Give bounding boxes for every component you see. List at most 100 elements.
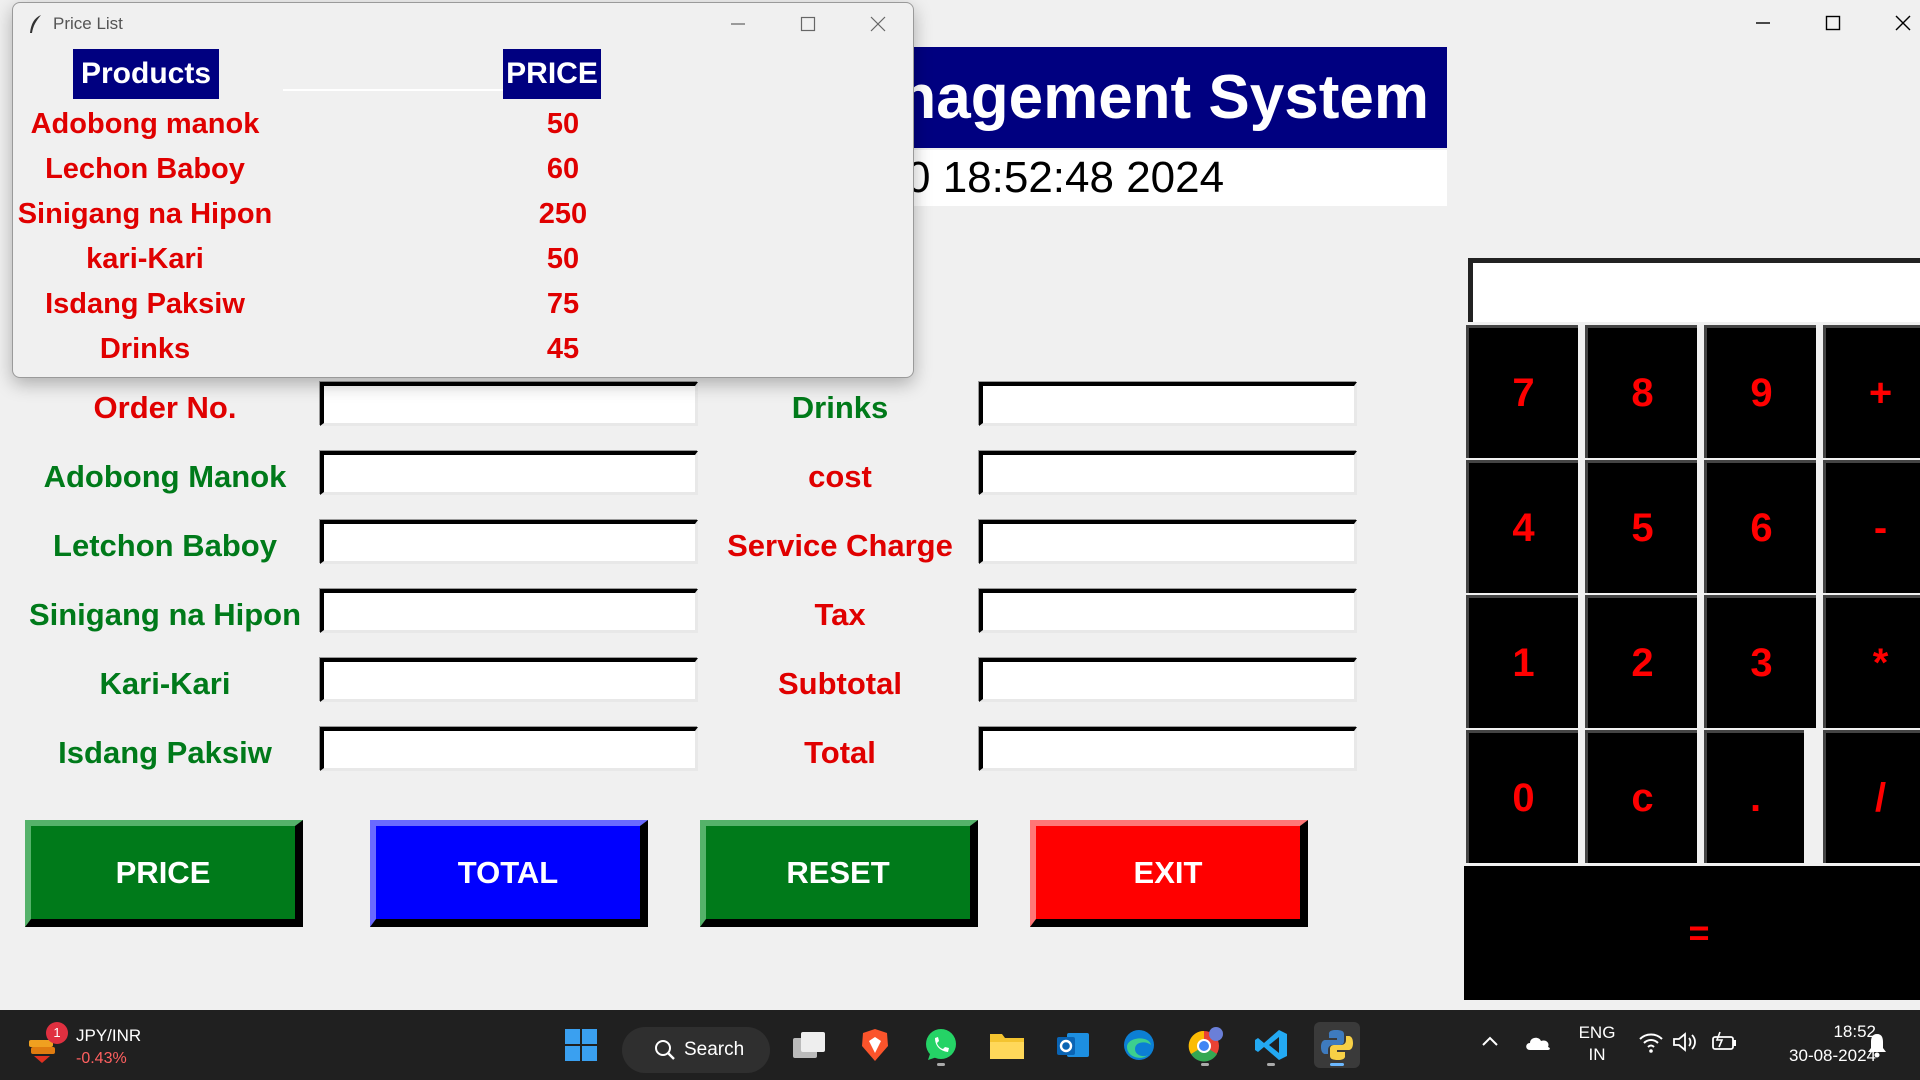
- battery-button[interactable]: [1710, 1030, 1738, 1059]
- banner-title: nagement System: [912, 63, 1429, 132]
- maximize-icon: [800, 16, 816, 32]
- onedrive-button[interactable]: [1524, 1032, 1552, 1057]
- taskbar: 1 JPY/INR -0.43% Search ENG IN 18:52 30-…: [0, 1010, 1920, 1080]
- label-adobong-manok: Adobong Manok: [43, 459, 287, 494]
- clock[interactable]: 18:52 30-08-2024: [1748, 1020, 1876, 1068]
- edge-icon: [1124, 1030, 1154, 1060]
- product-name: Adobong manok: [30, 108, 260, 140]
- volume-button[interactable]: [1672, 1030, 1698, 1059]
- sinigang-na-hipon-input[interactable]: [320, 589, 698, 633]
- weather-widget[interactable]: 1 JPY/INR -0.43%: [22, 1022, 162, 1072]
- search-icon: [655, 1040, 675, 1060]
- total-input[interactable]: [979, 727, 1357, 771]
- cost-input[interactable]: [979, 451, 1357, 495]
- wifi-icon: [1639, 1033, 1663, 1053]
- price-list-minimize-button[interactable]: [703, 3, 773, 45]
- letchon-baboy-input[interactable]: [320, 520, 698, 564]
- calc-key-0[interactable]: 0: [1466, 730, 1578, 863]
- exit-button[interactable]: EXIT: [1030, 820, 1308, 927]
- calc-key-5[interactable]: 5: [1585, 460, 1697, 593]
- python-icon: [1321, 1030, 1353, 1060]
- price-list-maximize-button[interactable]: [773, 3, 843, 45]
- calc-key-3[interactable]: 3: [1704, 595, 1816, 728]
- start-icon: [565, 1029, 597, 1061]
- label-isdang-paksiw: Isdang Paksiw: [58, 735, 272, 770]
- calc-key-plus[interactable]: +: [1823, 325, 1920, 458]
- label-total: Total: [804, 735, 876, 770]
- adobong-manok-input[interactable]: [320, 451, 698, 495]
- service-charge-input[interactable]: [979, 520, 1357, 564]
- notifications-button[interactable]: [1866, 1032, 1888, 1063]
- label-service-charge: Service Charge: [727, 528, 953, 563]
- calc-key-1[interactable]: 1: [1466, 595, 1578, 728]
- calc-key-2[interactable]: 2: [1585, 595, 1697, 728]
- price-button[interactable]: PRICE: [25, 820, 303, 927]
- calc-key-6[interactable]: 6: [1704, 460, 1816, 593]
- battery-icon: [1712, 1031, 1736, 1050]
- whatsapp-icon: [926, 1029, 956, 1060]
- clock-date: 30-08-2024: [1789, 1046, 1876, 1065]
- chevron-up-icon: [1482, 1036, 1498, 1046]
- reset-button[interactable]: RESET: [700, 820, 978, 927]
- python-button[interactable]: [1314, 1022, 1360, 1068]
- subtotal-input[interactable]: [979, 658, 1357, 702]
- close-icon: [1895, 15, 1911, 31]
- start-button[interactable]: [558, 1022, 604, 1068]
- calc-key-7[interactable]: 7: [1466, 325, 1578, 458]
- taskbar-search[interactable]: Search: [622, 1027, 770, 1073]
- tax-input[interactable]: [979, 589, 1357, 633]
- price-header: PRICE: [503, 49, 601, 99]
- show-hidden-icons-button[interactable]: [1478, 1030, 1502, 1059]
- maximize-icon: [1825, 15, 1841, 31]
- brave-icon: [862, 1029, 888, 1061]
- product-name: Sinigang na Hipon: [17, 198, 273, 230]
- whatsapp-button[interactable]: [918, 1022, 964, 1068]
- calc-key-9[interactable]: 9: [1704, 325, 1816, 458]
- total-button[interactable]: TOTAL: [370, 820, 648, 927]
- maximize-button[interactable]: [1798, 0, 1868, 46]
- price-list-close-button[interactable]: [843, 3, 913, 45]
- minimize-button[interactable]: [1728, 0, 1798, 46]
- calc-key-8[interactable]: 8: [1585, 325, 1697, 458]
- calculator-display[interactable]: [1468, 258, 1920, 322]
- cloud-icon: [1526, 1037, 1550, 1050]
- running-indicator: [1201, 1063, 1209, 1066]
- label-cost: cost: [808, 459, 872, 494]
- kari-kari-input[interactable]: [320, 658, 698, 702]
- outlook-button[interactable]: [1050, 1022, 1096, 1068]
- calc-key-multiply[interactable]: *: [1823, 595, 1920, 728]
- label-subtotal: Subtotal: [778, 666, 902, 701]
- language-indicator[interactable]: ENG IN: [1570, 1022, 1624, 1066]
- app-banner: nagement System: [912, 47, 1447, 148]
- clock-text: 0 18:52:48 2024: [912, 153, 1225, 202]
- ticker-change: -0.43%: [76, 1050, 127, 1067]
- chrome-button[interactable]: [1182, 1022, 1228, 1068]
- price-list-titlebar: Price List: [13, 3, 913, 45]
- product-name: Lechon Baboy: [45, 153, 245, 185]
- file-explorer-button[interactable]: [984, 1022, 1030, 1068]
- running-indicator: [937, 1063, 945, 1066]
- edge-button[interactable]: [1116, 1022, 1162, 1068]
- product-name: Drinks: [99, 333, 191, 365]
- network-button[interactable]: [1638, 1030, 1664, 1059]
- isdang-paksiw-input[interactable]: [320, 727, 698, 771]
- calc-key-decimal[interactable]: .: [1704, 730, 1804, 863]
- brave-button[interactable]: [852, 1022, 898, 1068]
- calc-key-4[interactable]: 4: [1466, 460, 1578, 593]
- order-no-input[interactable]: [320, 382, 698, 426]
- product-price: 50: [546, 243, 580, 275]
- close-icon: [870, 16, 886, 32]
- calc-key-minus[interactable]: -: [1823, 460, 1920, 593]
- calc-key-equals[interactable]: =: [1464, 866, 1920, 1000]
- price-list-title: Price List: [53, 14, 123, 33]
- outlook-icon: [1057, 1033, 1089, 1057]
- drinks-input[interactable]: [979, 382, 1357, 426]
- product-price: 45: [546, 333, 580, 365]
- calc-key-clear[interactable]: c: [1585, 730, 1697, 863]
- close-button[interactable]: [1868, 0, 1920, 46]
- chrome-icon: [1188, 1027, 1223, 1062]
- vscode-button[interactable]: [1248, 1022, 1294, 1068]
- task-view-button[interactable]: [786, 1022, 832, 1068]
- calc-key-divide[interactable]: /: [1823, 730, 1920, 863]
- label-order-no: Order No.: [93, 390, 237, 425]
